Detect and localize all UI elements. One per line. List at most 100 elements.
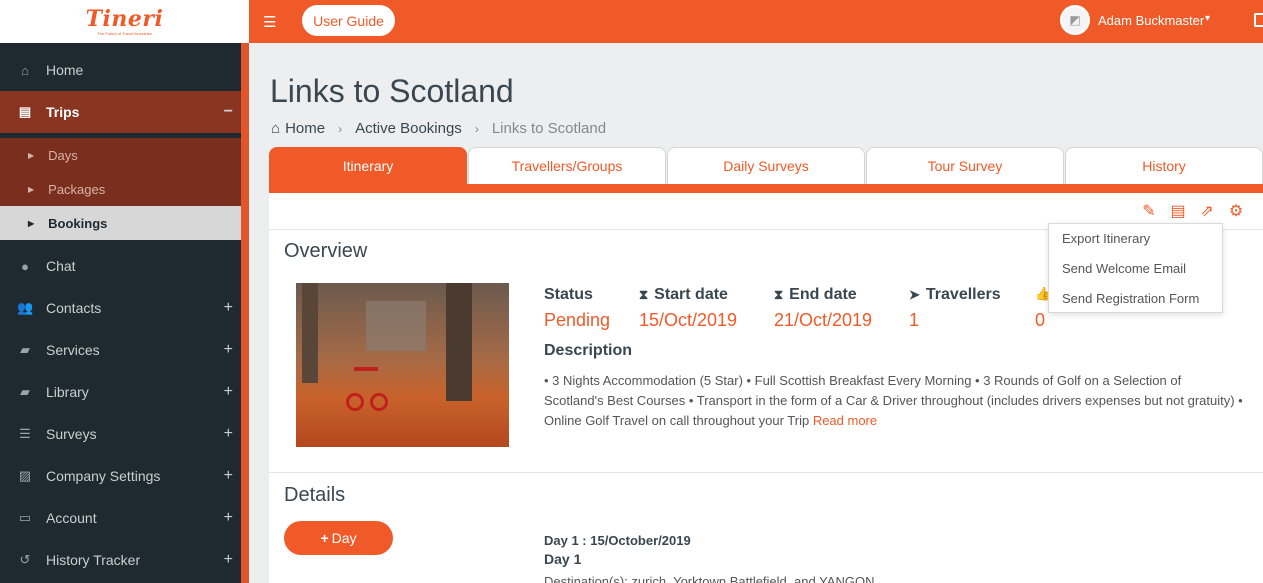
expand-icon[interactable]: +: [224, 509, 233, 527]
expand-icon[interactable]: +: [224, 425, 233, 443]
details-title: Details: [284, 484, 346, 506]
pencil-icon[interactable]: ✎: [1139, 201, 1159, 221]
logo-tagline: The Future of Travel Itineraries: [97, 30, 152, 36]
sidebar-item-history-tracker[interactable]: ↺ History Tracker +: [0, 539, 241, 581]
tab-daily-surveys[interactable]: Daily Surveys: [667, 147, 865, 184]
tab-underline: [269, 184, 1263, 193]
status-label: Status: [544, 286, 593, 303]
expand-icon[interactable]: +: [224, 467, 233, 485]
subitem-label: Bookings: [48, 215, 108, 231]
breadcrumb: ⌂ Home › Active Bookings › Links to Scot…: [271, 120, 606, 137]
sidebar-scrollbar[interactable]: [241, 43, 249, 583]
sidebar-subitem-packages[interactable]: ▶ Packages: [0, 172, 241, 206]
user-name[interactable]: Adam Buckmaster: [1098, 13, 1204, 28]
user-guide-button[interactable]: User Guide: [302, 5, 395, 36]
sidebar-item-label: Surveys: [46, 426, 97, 442]
start-date-label: ⧗ Start date: [639, 286, 728, 303]
sidebar-item-contacts[interactable]: 👥 Contacts +: [0, 287, 241, 329]
status-value: Pending: [544, 310, 611, 330]
sidebar-item-label: Library: [46, 384, 89, 400]
logout-icon[interactable]: [1254, 13, 1263, 27]
likes-value: 0: [1035, 310, 1046, 330]
breadcrumb-home[interactable]: Home: [285, 120, 325, 137]
chat-icon: ●: [21, 258, 29, 274]
chevron-right-icon: ›: [338, 121, 343, 136]
folder-icon: ▰: [20, 342, 30, 357]
sidebar-item-trips[interactable]: ▤ Trips −: [0, 91, 241, 133]
action-toolbar: ✎ ▤ ⇗ ⚙: [1139, 201, 1246, 221]
description-text: • 3 Nights Accommodation (5 Star) • Full…: [544, 373, 1243, 428]
settings-dropdown: Export Itinerary Send Welcome Email Send…: [1048, 223, 1223, 313]
expand-icon[interactable]: +: [224, 341, 233, 359]
sidebar-item-label: Trips: [46, 104, 80, 120]
day-subtitle: Day 1: [544, 551, 582, 567]
overview-title: Overview: [284, 240, 368, 262]
read-more-link[interactable]: Read more: [813, 413, 877, 428]
sidebar-item-services[interactable]: ▰ Services +: [0, 329, 241, 371]
chevron-right-icon: ›: [474, 121, 479, 136]
sidebar-item-label: Chat: [46, 258, 76, 274]
breadcrumb-active-bookings[interactable]: Active Bookings: [355, 120, 462, 137]
sidebar-item-surveys[interactable]: ☰ Surveys +: [0, 413, 241, 455]
plus-icon: +: [320, 530, 329, 546]
expand-icon[interactable]: +: [224, 551, 233, 569]
trips-submenu: ▶ Days ▶ Packages ▶ Bookings: [0, 138, 241, 240]
menu-item-send-welcome-email[interactable]: Send Welcome Email: [1062, 261, 1186, 276]
page-title: Links to Scotland: [270, 73, 514, 109]
sidebar-item-chat[interactable]: ● Chat: [0, 245, 241, 287]
sidebar-item-label: Contacts: [46, 300, 102, 316]
caret-right-icon: ▶: [28, 184, 35, 194]
card-icon: ▭: [18, 510, 32, 525]
home-icon: ⌂: [21, 62, 29, 78]
tab-history[interactable]: History: [1065, 147, 1263, 184]
sidebar-item-home[interactable]: ⌂ Home: [0, 49, 241, 91]
travellers-label: ➤ Travellers: [909, 286, 1001, 303]
collapse-icon[interactable]: −: [224, 103, 233, 121]
expand-icon[interactable]: +: [224, 383, 233, 401]
day-destinations: Destination(s): zurich, Yorktown Battlef…: [544, 574, 875, 583]
expand-icon[interactable]: +: [224, 299, 233, 317]
sidebar-item-library[interactable]: ▰ Library +: [0, 371, 241, 413]
trips-icon: ▤: [18, 104, 32, 119]
sidebar-subitem-days[interactable]: ▶ Days: [0, 138, 241, 172]
document-icon[interactable]: ▤: [1168, 201, 1188, 221]
hamburger-icon[interactable]: ☰: [263, 13, 276, 31]
start-date-value: 15/Oct/2019: [639, 310, 738, 330]
avatar[interactable]: ◩: [1060, 5, 1090, 35]
add-day-button[interactable]: + Day: [284, 521, 393, 555]
caret-right-icon: ▶: [28, 150, 35, 160]
folder-icon: ▰: [20, 384, 30, 399]
sidebar-item-account[interactable]: ▭ Account +: [0, 497, 241, 539]
contacts-icon: 👥: [17, 300, 34, 315]
subitem-label: Packages: [48, 181, 106, 197]
menu-item-export-itinerary[interactable]: Export Itinerary: [1062, 231, 1150, 246]
sidebar-subitem-bookings[interactable]: ▶ Bookings: [0, 206, 241, 240]
topbar: ☰ User Guide ◩ Adam Buckmaster ▾: [249, 0, 1263, 43]
logo-text: Tineri: [85, 5, 164, 32]
menu-item-send-registration-form[interactable]: Send Registration Form: [1062, 291, 1199, 306]
tab-tour-survey[interactable]: Tour Survey: [866, 147, 1064, 184]
breadcrumb-current: Links to Scotland: [491, 120, 607, 137]
sidebar-item-label: Home: [46, 62, 84, 78]
list-icon: ☰: [19, 426, 31, 441]
day-heading: Day 1 : 15/October/2019: [544, 533, 691, 548]
sidebar-item-label: Services: [46, 342, 100, 358]
caret-right-icon: ▶: [28, 218, 35, 228]
logo[interactable]: Tineri The Future of Travel Itineraries: [0, 0, 249, 43]
history-icon: ↺: [19, 552, 31, 567]
sidebar: Tineri The Future of Travel Itineraries …: [0, 0, 249, 583]
subitem-label: Days: [48, 147, 78, 163]
hourglass-icon: ⧗: [639, 287, 649, 302]
hourglass-icon: ⧗: [774, 287, 784, 302]
share-icon[interactable]: ⇗: [1197, 201, 1217, 221]
tab-travellers-groups[interactable]: Travellers/Groups: [468, 147, 666, 184]
settings-icon: ▨: [18, 468, 32, 483]
tab-itinerary[interactable]: Itinerary: [269, 147, 467, 184]
sidebar-item-label: History Tracker: [46, 552, 141, 568]
description-label: Description: [544, 342, 633, 359]
trip-image: [296, 283, 509, 447]
sidebar-item-company-settings[interactable]: ▨ Company Settings +: [0, 455, 241, 497]
gear-icon[interactable]: ⚙: [1226, 201, 1246, 221]
chevron-down-icon[interactable]: ▾: [1205, 13, 1210, 24]
end-date-value: 21/Oct/2019: [774, 310, 873, 330]
